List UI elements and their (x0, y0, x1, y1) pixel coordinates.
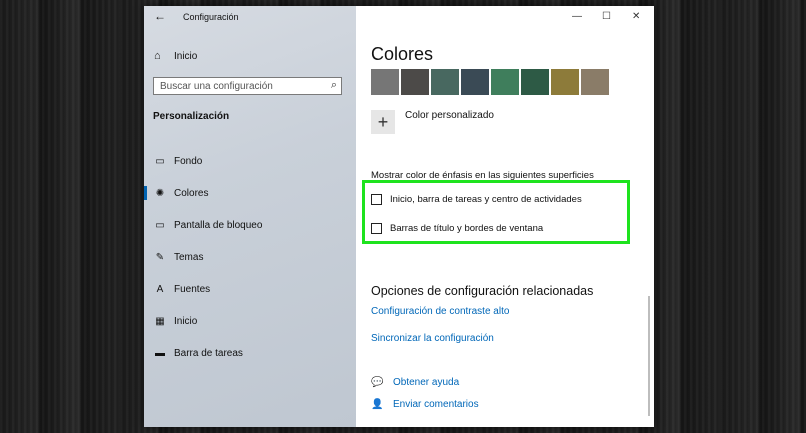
page-title: Colores (371, 44, 434, 64)
sidebar-item-label: Fuentes (174, 283, 211, 295)
feedback-link[interactable]: 👤 Enviar comentarios (371, 399, 479, 410)
chat-icon: 💬 (371, 377, 384, 388)
search-input[interactable]: Buscar una configuración ⌕ (153, 77, 342, 95)
color-swatch[interactable] (581, 69, 609, 95)
related-settings-heading: Opciones de configuración relacionadas (371, 284, 594, 298)
content-pane: — ☐ ✕ Colores + Color personalizado Most… (356, 6, 654, 427)
color-swatch[interactable] (491, 69, 519, 95)
home-icon: ⌂ (154, 50, 161, 62)
start-menu-icon: ▦ (155, 315, 165, 327)
color-swatch[interactable] (371, 69, 399, 95)
plus-icon: + (371, 110, 395, 134)
checkbox-title-bars[interactable]: Barras de título y bordes de ventana (371, 223, 543, 234)
get-help-link[interactable]: 💬 Obtener ayuda (371, 377, 459, 388)
palette-icon: ✺ (155, 187, 165, 199)
sidebar-item-fuentes[interactable]: A Fuentes (144, 279, 356, 299)
high-contrast-link[interactable]: Configuración de contraste alto (371, 306, 509, 317)
sync-settings-link[interactable]: Sincronizar la configuración (371, 333, 494, 344)
sidebar-item-label: Temas (174, 251, 204, 263)
color-swatch[interactable] (461, 69, 489, 95)
app-title: Configuración (183, 12, 239, 22)
active-indicator (144, 186, 147, 200)
sidebar-item-label: Inicio (174, 50, 198, 62)
checkbox-label: Barras de título y bordes de ventana (390, 223, 544, 234)
sidebar-item-pantalla-de-bloqueo[interactable]: ▭ Pantalla de bloqueo (144, 215, 356, 235)
sidebar-item-label: Pantalla de bloqueo (174, 219, 263, 231)
feedback-icon: 👤 (371, 399, 384, 410)
sidebar-item-label: Fondo (174, 155, 203, 167)
sidebar-item-label: Colores (174, 187, 209, 199)
get-help-label: Obtener ayuda (393, 377, 460, 388)
taskbar-icon: ▬ (155, 347, 165, 359)
color-swatch[interactable] (551, 69, 579, 95)
checkbox-start-taskbar[interactable]: Inicio, barra de tareas y centro de acti… (371, 194, 582, 205)
search-icon[interactable]: ⌕ (331, 79, 337, 92)
sidebar: ← Configuración ⌂ Inicio Buscar una conf… (144, 6, 356, 427)
checkbox[interactable] (371, 194, 382, 205)
search-placeholder: Buscar una configuración (160, 81, 273, 92)
close-icon[interactable]: ✕ (632, 11, 640, 22)
lock-screen-icon: ▭ (155, 219, 165, 231)
sidebar-item-fondo[interactable]: ▭ Fondo (144, 151, 356, 171)
color-swatch[interactable] (431, 69, 459, 95)
color-swatch[interactable] (401, 69, 429, 95)
sidebar-item-label: Inicio (174, 315, 198, 327)
titlebar: ← Configuración (144, 6, 356, 28)
settings-window: ← Configuración ⌂ Inicio Buscar una conf… (144, 6, 654, 427)
color-swatches (371, 69, 609, 95)
color-swatch[interactable] (521, 69, 549, 95)
back-arrow-icon[interactable]: ← (154, 9, 166, 23)
scrollbar[interactable] (648, 296, 650, 416)
sidebar-item-temas[interactable]: ✎ Temas (144, 247, 356, 267)
font-icon: A (156, 283, 164, 295)
checkbox-label: Inicio, barra de tareas y centro de acti… (390, 194, 582, 205)
brush-icon: ✎ (155, 251, 165, 263)
custom-color-button[interactable]: + Color personalizado (371, 110, 494, 134)
maximize-icon[interactable]: ☐ (602, 11, 611, 22)
section-title: Personalización (153, 111, 230, 122)
custom-color-label: Color personalizado (405, 110, 494, 121)
minimize-icon[interactable]: — (572, 11, 582, 22)
sidebar-item-inicio[interactable]: ▦ Inicio (144, 311, 356, 331)
feedback-label: Enviar comentarios (393, 399, 479, 410)
picture-icon: ▭ (155, 155, 165, 167)
sidebar-item-barra-de-tareas[interactable]: ▬ Barra de tareas (144, 343, 356, 363)
sidebar-item-home[interactable]: ⌂ Inicio (154, 48, 197, 64)
sidebar-item-label: Barra de tareas (174, 347, 243, 359)
highlight-box (362, 180, 630, 244)
sidebar-item-colores[interactable]: ✺ Colores (144, 183, 356, 203)
checkbox[interactable] (371, 223, 382, 234)
